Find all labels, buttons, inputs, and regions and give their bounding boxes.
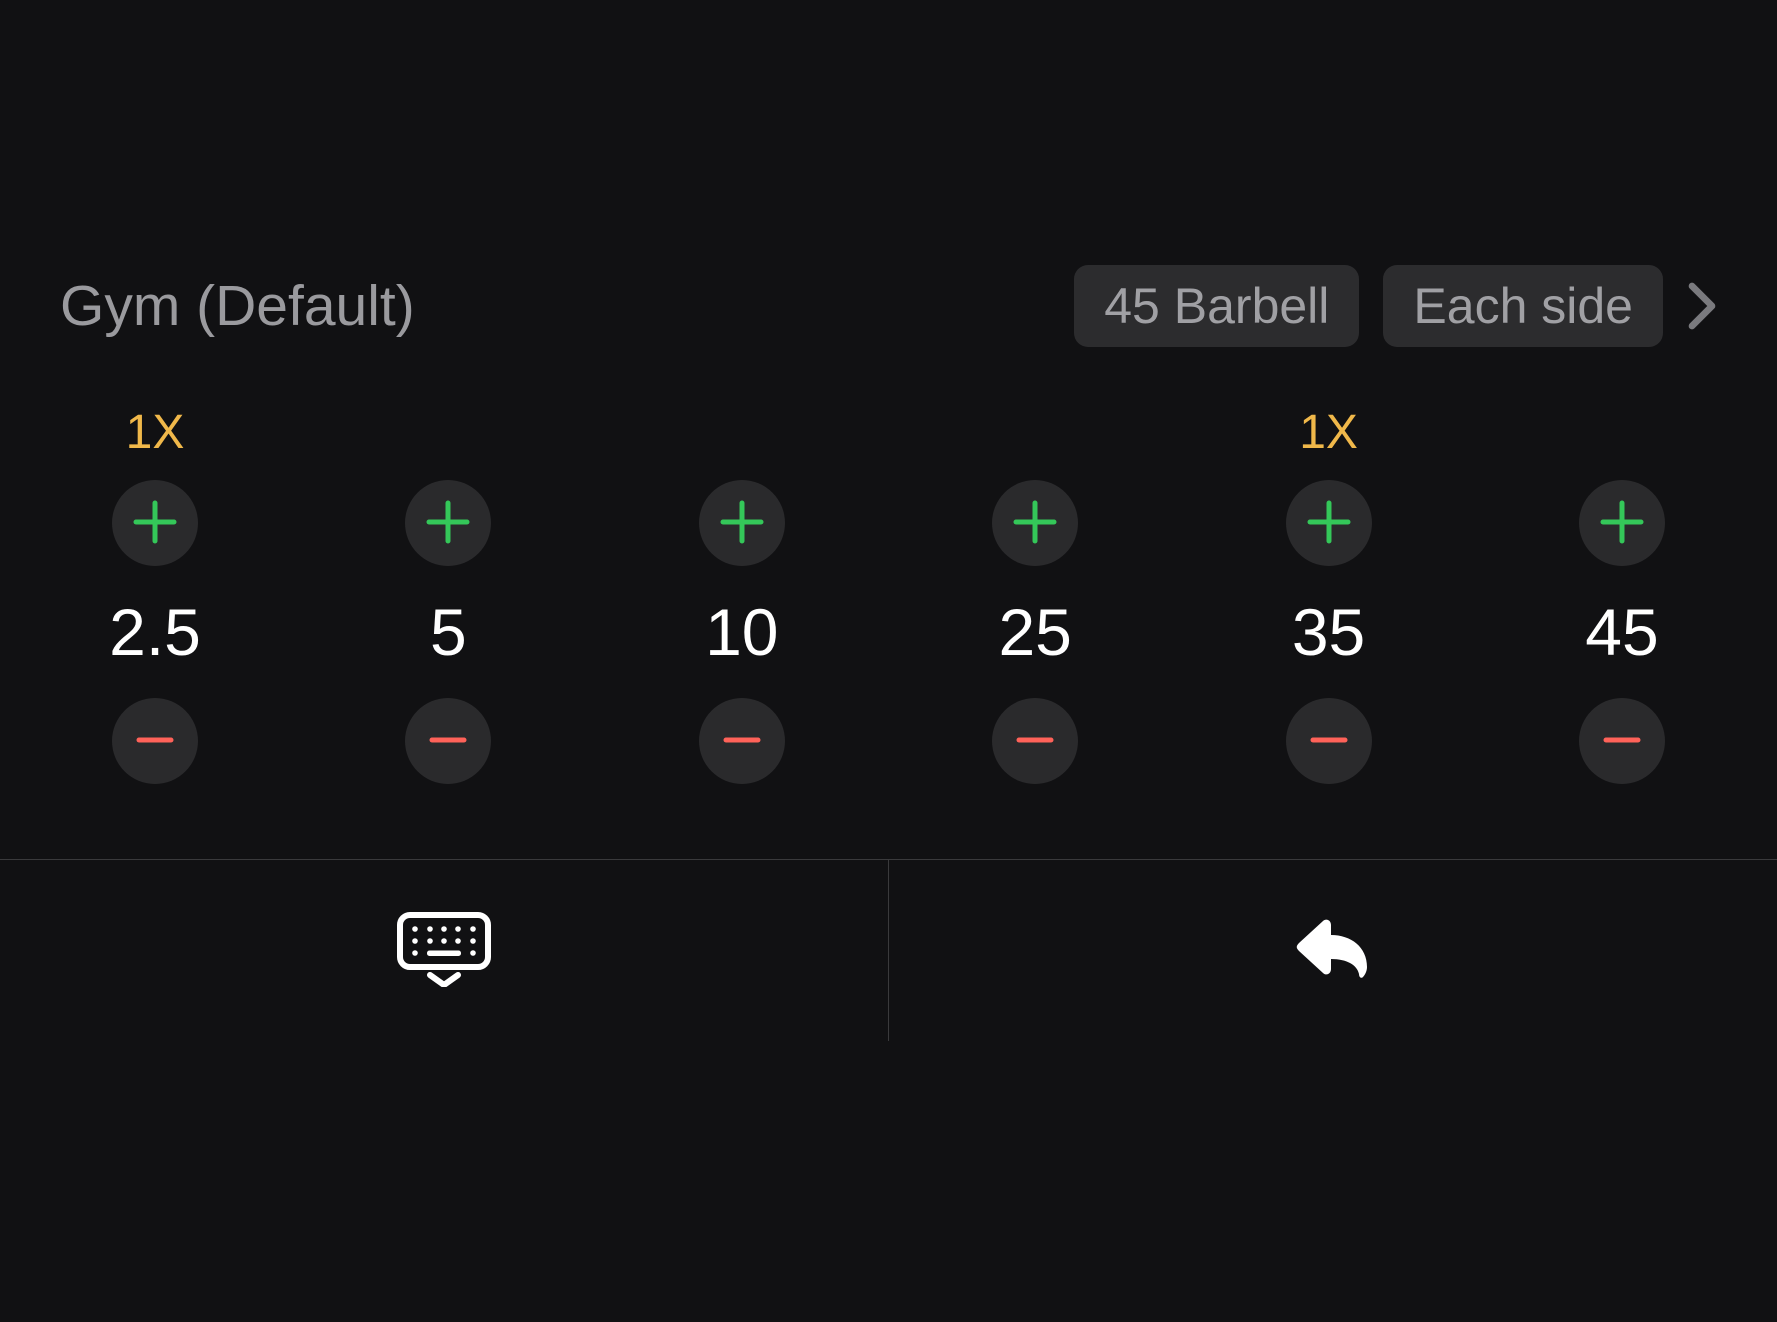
undo-icon (1293, 913, 1373, 988)
plus-icon (717, 497, 767, 550)
add-plate-button[interactable] (405, 480, 491, 566)
plate-column-10: 10 (657, 402, 827, 784)
remove-plate-button[interactable] (405, 698, 491, 784)
remove-plate-button[interactable] (992, 698, 1078, 784)
plus-icon (423, 497, 473, 550)
plate-column-45: 45 (1537, 402, 1707, 784)
header-right-group: 45 Barbell Each side (1074, 265, 1717, 347)
remove-plate-button[interactable] (112, 698, 198, 784)
plate-value-label: 2.5 (109, 592, 201, 672)
multiplier-label: 1X (126, 405, 185, 460)
minus-icon (1600, 718, 1644, 765)
plate-value-label: 25 (998, 592, 1071, 672)
remove-plate-button[interactable] (1579, 698, 1665, 784)
add-plate-button[interactable] (992, 480, 1078, 566)
keyboard-icon (394, 909, 494, 992)
plus-icon (1010, 497, 1060, 550)
plate-column-25: 25 (950, 402, 1120, 784)
add-plate-button[interactable] (1579, 480, 1665, 566)
plate-value-label: 5 (430, 592, 467, 672)
gym-title[interactable]: Gym (Default) (60, 273, 415, 339)
plus-icon (130, 497, 180, 550)
multiplier-label: 1X (1299, 405, 1358, 460)
multiplier-slot: 1X (1299, 402, 1358, 462)
bottom-toolbar (0, 859, 1777, 1041)
plate-value-label: 45 (1585, 592, 1658, 672)
plate-value-label: 10 (705, 592, 778, 672)
minus-icon (133, 718, 177, 765)
remove-plate-button[interactable] (1286, 698, 1372, 784)
remove-plate-button[interactable] (699, 698, 785, 784)
undo-button[interactable] (889, 860, 1777, 1041)
header-row: Gym (Default) 45 Barbell Each side (0, 265, 1777, 347)
plate-column-5: 5 (363, 402, 533, 784)
plate-column-35: 1X 35 (1244, 402, 1414, 784)
add-plate-button[interactable] (699, 480, 785, 566)
side-chip[interactable]: Each side (1383, 265, 1663, 347)
minus-icon (1307, 718, 1351, 765)
add-plate-button[interactable] (1286, 480, 1372, 566)
barbell-chip[interactable]: 45 Barbell (1074, 265, 1359, 347)
minus-icon (720, 718, 764, 765)
chevron-right-icon[interactable] (1687, 280, 1717, 332)
minus-icon (1013, 718, 1057, 765)
plus-icon (1304, 497, 1354, 550)
plate-column-2-5: 1X 2.5 (70, 402, 240, 784)
plate-calculator-panel: Gym (Default) 45 Barbell Each side 1X (0, 0, 1777, 1041)
plus-icon (1597, 497, 1647, 550)
add-plate-button[interactable] (112, 480, 198, 566)
plate-value-label: 35 (1292, 592, 1365, 672)
minus-icon (426, 718, 470, 765)
plates-row: 1X 2.5 (0, 402, 1777, 784)
multiplier-slot: 1X (126, 402, 185, 462)
keyboard-button[interactable] (0, 860, 888, 1041)
